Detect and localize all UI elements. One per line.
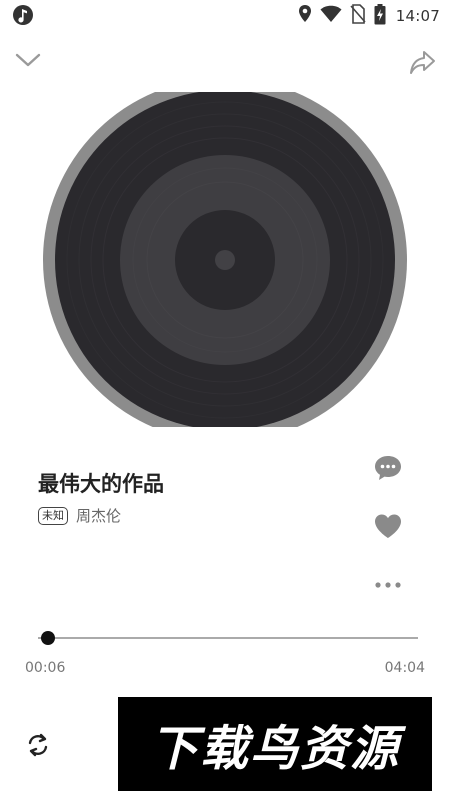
comment-button[interactable] (372, 454, 404, 486)
status-time: 14:07 (395, 7, 440, 25)
progress-slider[interactable] (38, 627, 418, 649)
watermark-text: 下载鸟资源 (149, 721, 400, 777)
wifi-icon (320, 5, 342, 27)
artist-name[interactable]: 周杰伦 (76, 505, 121, 526)
like-button[interactable] (372, 512, 404, 544)
watermark-banner: 下载鸟资源 (118, 697, 432, 791)
current-time: 00:06 (25, 660, 66, 676)
battery-charging-icon (374, 3, 386, 29)
no-sim-icon (350, 4, 366, 28)
repeat-icon[interactable] (24, 731, 52, 759)
progress-track[interactable] (38, 637, 418, 639)
disc-hole (215, 250, 235, 270)
music-note-icon (12, 4, 34, 26)
quality-badge: 未知 (38, 506, 68, 525)
status-icons: 14:07 (298, 3, 440, 29)
heart-icon (373, 512, 403, 544)
song-title: 最伟大的作品 (38, 472, 164, 496)
album-disc (0, 92, 450, 427)
artist-row: 未知 周杰伦 (38, 505, 121, 526)
chevron-down-icon[interactable] (14, 49, 42, 71)
share-icon[interactable] (408, 48, 436, 76)
comment-icon (373, 453, 403, 487)
status-bar: 14:07 (0, 0, 450, 32)
progress-thumb[interactable] (40, 631, 55, 645)
more-icon (374, 575, 402, 594)
location-icon (298, 4, 312, 28)
now-playing-screen: 14:07 最伟大的作品 未知 周杰伦 00:06 04:04 下载鸟资源 (0, 0, 450, 800)
total-time: 04:04 (384, 660, 425, 676)
more-button[interactable] (372, 568, 404, 600)
